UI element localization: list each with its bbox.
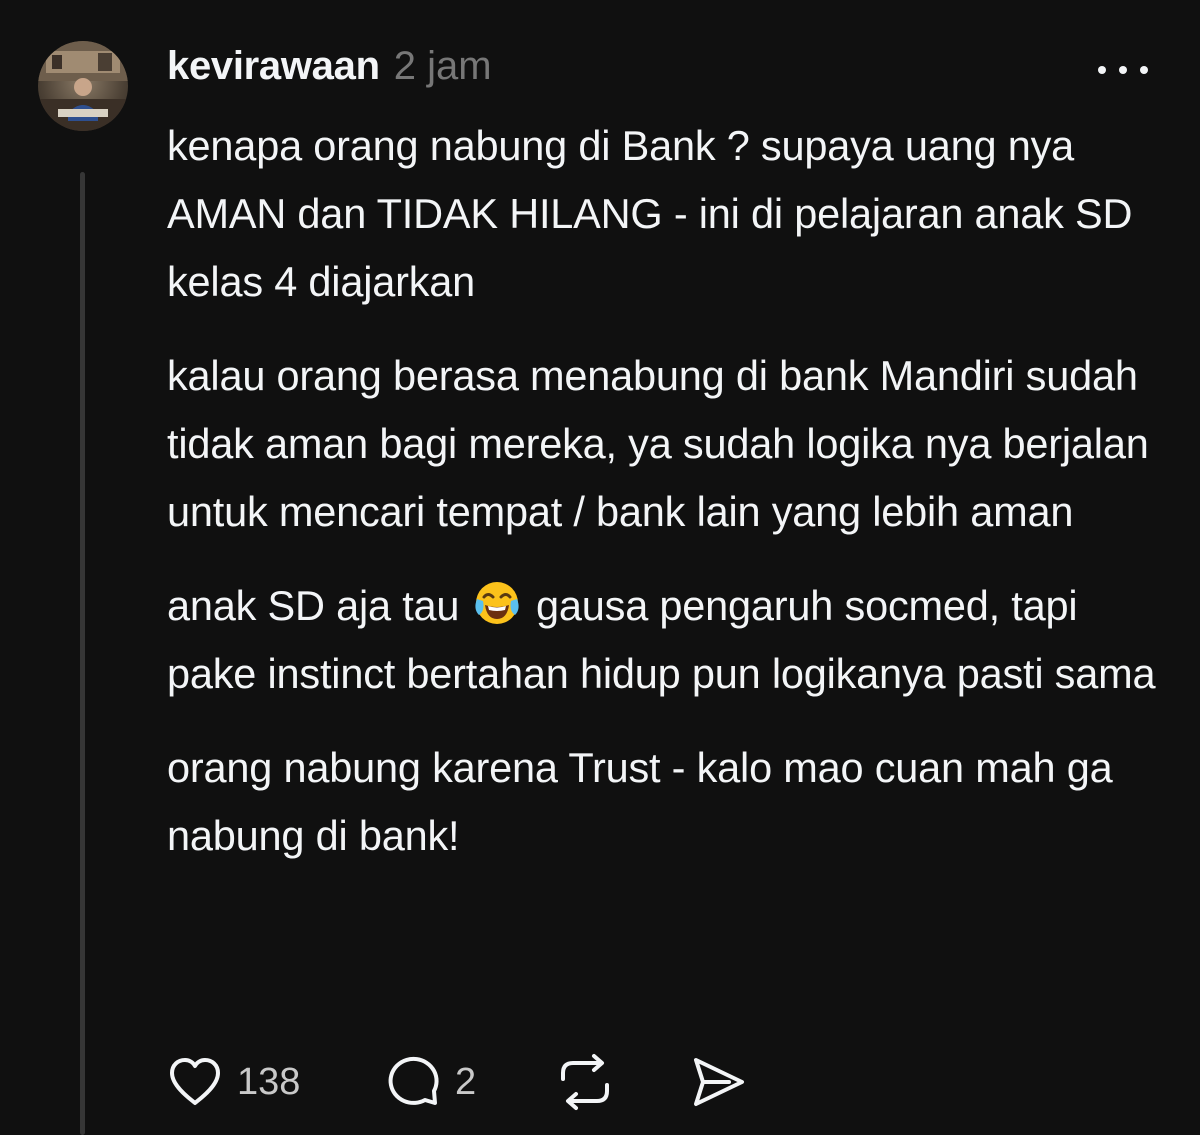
post-paragraph: kalau orang berasa menabung di bank Mand… [167, 352, 1149, 535]
username[interactable]: kevirawaan [167, 44, 380, 89]
avatar[interactable] [38, 41, 128, 131]
post-paragraph: anak SD aja tau gausa pengaruh socmed, t… [167, 572, 1177, 708]
paragraph-text: anak SD aja tau [167, 582, 460, 629]
post-header: kevirawaan 2 jam [167, 44, 492, 96]
comment-icon [388, 1056, 439, 1105]
repost-button[interactable] [555, 1052, 615, 1112]
thread-line [80, 172, 85, 1135]
post-body: kenapa orang nabung di Bank ? supaya uan… [167, 112, 1177, 896]
heart-icon [170, 1058, 220, 1105]
like-count: 138 [237, 1060, 301, 1103]
share-icon [694, 1058, 744, 1106]
share-button[interactable] [689, 1052, 747, 1112]
reply-count: 2 [455, 1060, 477, 1103]
post-paragraph: orang nabung karena Trust - kalo mao cua… [167, 744, 1113, 859]
post-paragraph: kenapa orang nabung di Bank ? supaya uan… [167, 122, 1133, 305]
more-options-icon[interactable] [1098, 60, 1148, 80]
like-button[interactable]: 138 [167, 1052, 300, 1112]
reply-button[interactable]: 2 [385, 1052, 476, 1112]
repost-icon [561, 1054, 609, 1110]
post-time: 2 jam [393, 44, 492, 88]
laughing-emoji-icon [473, 579, 521, 627]
